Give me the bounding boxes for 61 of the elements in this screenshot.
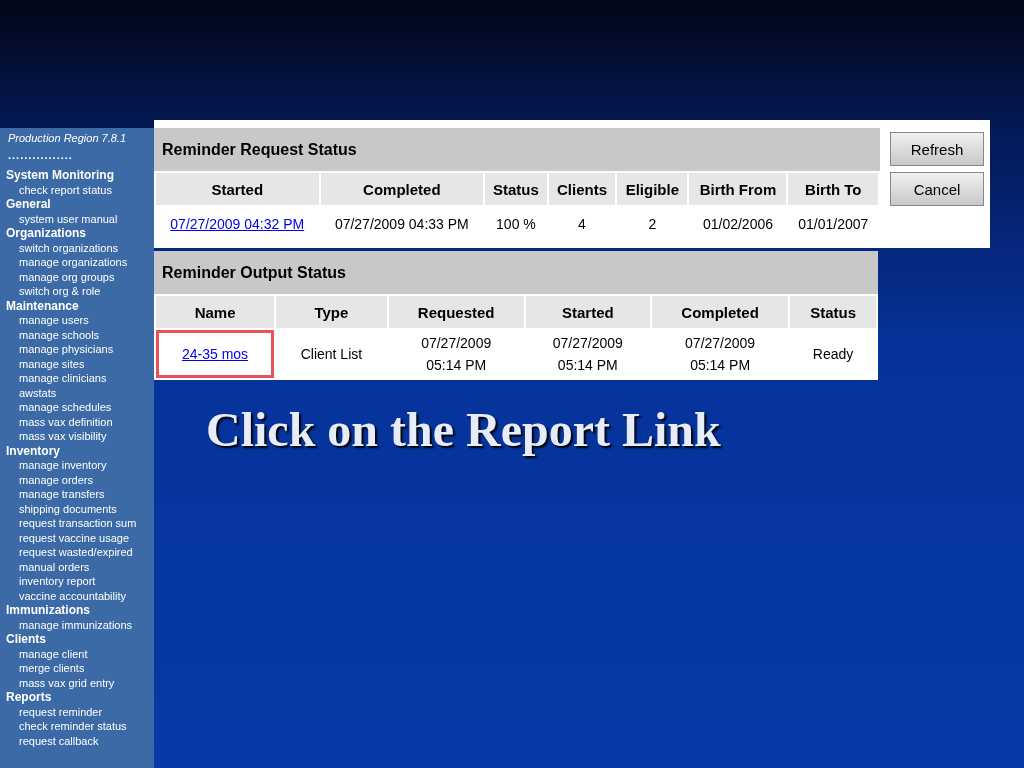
sidebar-section-heading: Clients xyxy=(6,632,47,647)
sidebar-link[interactable]: check report status xyxy=(6,182,154,197)
sidebar-link[interactable]: switch org & role xyxy=(6,284,154,299)
sidebar-link[interactable]: system user manual xyxy=(6,211,154,226)
sidebar-link[interactable]: manage schedules xyxy=(6,400,154,415)
sidebar-link[interactable]: manage users xyxy=(6,313,154,328)
sidebar-link[interactable]: manage orders xyxy=(6,472,154,487)
sidebar-link[interactable]: manage inventory xyxy=(6,458,154,473)
column-header: Started xyxy=(156,173,319,205)
sidebar-link[interactable]: shipping documents xyxy=(6,501,154,516)
column-header: Eligible xyxy=(617,173,688,205)
panel-title: Reminder Request Status xyxy=(154,128,880,171)
column-header: Started xyxy=(525,296,650,328)
sidebar-link[interactable]: manage physicians xyxy=(6,342,154,357)
sidebar-link[interactable]: manage clinicians xyxy=(6,371,154,386)
sidebar-link[interactable]: manage organizations xyxy=(6,255,154,270)
sidebar-section-heading: Reports xyxy=(6,690,53,705)
sidebar-link[interactable]: manage immunizations xyxy=(6,617,154,632)
column-header: Requested xyxy=(388,296,524,328)
sidebar-link[interactable]: manual orders xyxy=(6,559,154,574)
column-header: Completed xyxy=(652,296,789,328)
sidebar-link[interactable]: request wasted/expired xyxy=(6,545,154,560)
sidebar-link[interactable]: manage transfers xyxy=(6,487,154,502)
refresh-button[interactable]: Refresh xyxy=(890,132,984,166)
region-title: Production Region 7.8.1 xyxy=(8,131,128,146)
report-link[interactable]: 24-35 mos xyxy=(156,330,275,378)
sidebar-link[interactable]: manage schools xyxy=(6,327,154,342)
sidebar-link[interactable]: manage org groups xyxy=(6,269,154,284)
sidebar-section-heading: Inventory xyxy=(6,443,61,458)
sidebar-link[interactable]: request vaccine usage xyxy=(6,530,154,545)
sidebar-link[interactable]: awstats xyxy=(6,385,154,400)
sidebar-link[interactable]: mass vax grid entry xyxy=(6,675,154,690)
column-header: Clients xyxy=(548,173,616,205)
sidebar-section-heading: General xyxy=(6,197,52,212)
column-header: Completed xyxy=(320,173,484,205)
panel-title: Reminder Output Status xyxy=(154,251,878,294)
column-header: Type xyxy=(276,296,387,328)
sidebar-link[interactable]: mass vax visibility xyxy=(6,429,154,444)
dotted-separator: ................ xyxy=(8,148,74,163)
column-header: Birth From xyxy=(689,173,787,205)
sidebar-section-heading: Organizations xyxy=(6,226,87,241)
column-header: Status xyxy=(790,296,876,328)
sidebar-section-heading: Immunizations xyxy=(6,603,91,618)
sidebar-section-heading: Maintenance xyxy=(6,298,80,313)
sidebar-link[interactable]: manage sites xyxy=(6,356,154,371)
slide-caption: Click on the Report Link xyxy=(206,402,722,457)
cancel-button[interactable]: Cancel xyxy=(890,172,984,206)
column-header: Birth To xyxy=(788,173,878,205)
sidebar-link[interactable]: request transaction sum xyxy=(6,516,154,531)
sidebar-link[interactable]: switch organizations xyxy=(6,240,154,255)
sidebar-link[interactable]: manage client xyxy=(6,646,154,661)
sidebar-link[interactable]: inventory report xyxy=(6,574,154,589)
sidebar-link[interactable]: request callback xyxy=(6,733,154,748)
sidebar-link[interactable]: vaccine accountability xyxy=(6,588,154,603)
column-header: Name xyxy=(156,296,275,328)
sidebar-link[interactable]: mass vax definition xyxy=(6,414,154,429)
sidebar-link[interactable]: request reminder xyxy=(6,704,154,719)
sidebar-section-heading: System Monitoring xyxy=(6,168,115,183)
sidebar-link[interactable]: check reminder status xyxy=(6,719,154,734)
column-header: Status xyxy=(485,173,547,205)
sidebar-link[interactable]: merge clients xyxy=(6,661,154,676)
